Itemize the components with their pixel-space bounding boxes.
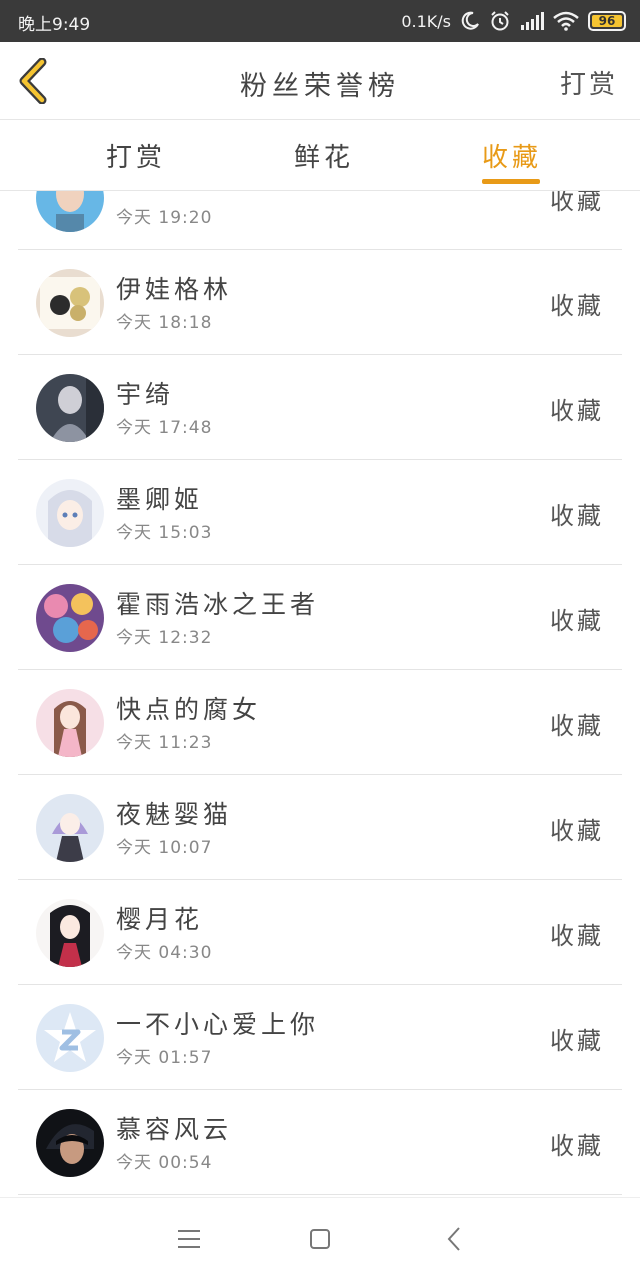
fan-name: 霍雨浩冰之王者 — [116, 590, 320, 619]
avatar — [36, 899, 104, 967]
list-item[interactable]: 墨卿姬 今天 15:03 收藏 — [18, 460, 622, 565]
wifi-icon — [553, 11, 579, 31]
tab-favorites[interactable]: 收藏 — [482, 137, 542, 174]
fan-action: 收藏 — [550, 607, 604, 635]
fan-time: 今天 04:30 — [116, 943, 213, 963]
fan-name: 宇绮 — [116, 380, 175, 409]
battery-level: 96 — [592, 15, 622, 27]
active-tab-indicator — [482, 179, 540, 184]
fan-action: 收藏 — [550, 817, 604, 845]
tab-bar: 打赏 鲜花 收藏 — [0, 121, 640, 191]
tab-reward[interactable]: 打赏 — [106, 137, 166, 174]
status-icons: 0.1K/s 96 — [401, 8, 626, 34]
alarm-icon — [491, 11, 509, 31]
list-item[interactable]: 夜魅婴猫 今天 10:07 收藏 — [18, 775, 622, 880]
list-item[interactable]: 霍雨浩冰之王者 今天 12:32 收藏 — [18, 565, 622, 670]
list-item[interactable]: 伊娃格林 今天 18:18 收藏 — [18, 250, 622, 355]
fan-time: 今天 15:03 — [116, 523, 213, 543]
reward-button[interactable]: 打赏 — [560, 64, 618, 101]
system-nav-bar — [0, 1197, 640, 1280]
avatar — [36, 794, 104, 862]
fan-action: 收藏 — [550, 502, 604, 530]
avatar — [36, 374, 104, 442]
battery-icon: 96 — [588, 11, 626, 31]
fan-action: 收藏 — [550, 1027, 604, 1055]
home-icon[interactable] — [305, 1224, 335, 1254]
fan-time: 今天 18:18 — [116, 313, 213, 333]
avatar — [36, 689, 104, 757]
fan-name: 慕容风云 — [116, 1115, 233, 1144]
fan-name: 墨卿姬 — [116, 485, 204, 514]
tab-flowers[interactable]: 鲜花 — [294, 137, 354, 174]
fan-time: 今天 11:23 — [116, 733, 213, 753]
menu-icon[interactable] — [174, 1224, 204, 1254]
list-item[interactable]: 快点的腐女 今天 11:23 收藏 — [18, 670, 622, 775]
signal-icon — [521, 12, 544, 30]
fan-action: 收藏 — [550, 712, 604, 740]
avatar — [36, 191, 104, 232]
status-bar: 晚上9:49 0.1K/s 96 — [0, 0, 640, 42]
list-item[interactable]: 一不小心爱上你 今天 01:57 收藏 — [18, 985, 622, 1090]
avatar — [36, 1004, 104, 1072]
moon-icon — [461, 11, 479, 30]
back-icon[interactable] — [440, 1224, 470, 1254]
list-item[interactable]: 宇绮 今天 17:48 收藏 — [18, 355, 622, 460]
fan-time: 今天 12:32 — [116, 628, 213, 648]
fan-name: 夜魅婴猫 — [116, 800, 233, 829]
title-bar: 粉丝荣誉榜 打赏 — [0, 42, 640, 120]
fan-action: 收藏 — [550, 191, 604, 215]
avatar — [36, 584, 104, 652]
fan-action: 收藏 — [550, 1132, 604, 1160]
fan-time: 今天 19:20 — [116, 208, 213, 228]
page-title: 粉丝荣誉榜 — [240, 71, 400, 102]
fan-name: 一不小心爱上你 — [116, 1010, 320, 1039]
fan-name: 樱月花 — [116, 905, 204, 934]
list-item[interactable]: 慕容风云 今天 00:54 收藏 — [18, 1090, 622, 1195]
fan-list[interactable]: 今天 19:20 收藏 伊娃格林 今天 18:18 收藏 宇绮 今天 17:48… — [0, 191, 640, 1197]
fan-action: 收藏 — [550, 397, 604, 425]
fan-action: 收藏 — [550, 292, 604, 320]
list-item[interactable]: 今天 19:20 收藏 — [18, 191, 622, 250]
fan-time: 今天 17:48 — [116, 418, 213, 438]
fan-name: 伊娃格林 — [116, 275, 233, 304]
fan-time: 今天 10:07 — [116, 838, 213, 858]
fan-time: 今天 00:54 — [116, 1153, 213, 1173]
network-speed: 0.1K/s — [401, 11, 451, 31]
fan-name: 快点的腐女 — [116, 695, 262, 724]
status-time: 晚上9:49 — [18, 15, 91, 35]
fan-action: 收藏 — [550, 922, 604, 950]
list-item[interactable]: 樱月花 今天 04:30 收藏 — [18, 880, 622, 985]
fan-time: 今天 01:57 — [116, 1048, 213, 1068]
avatar — [36, 1109, 104, 1177]
avatar — [36, 479, 104, 547]
avatar — [36, 269, 104, 337]
